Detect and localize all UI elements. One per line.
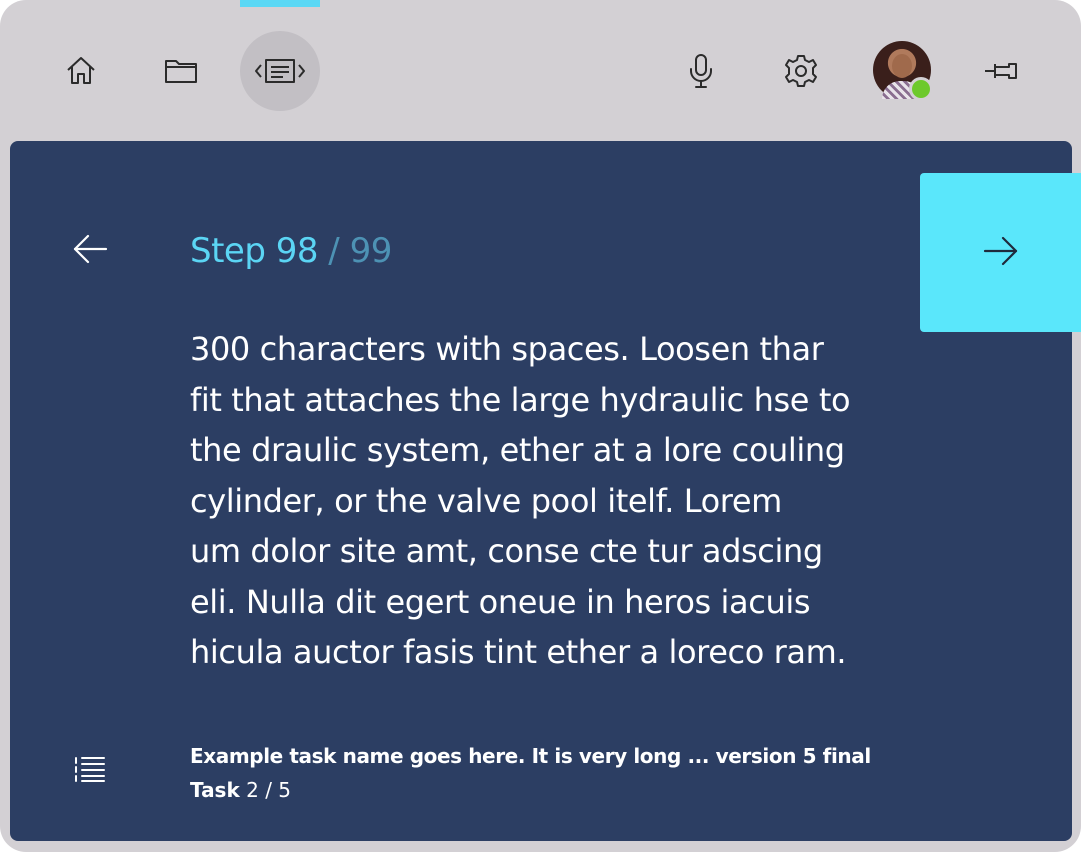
next-step-button[interactable]	[920, 173, 1081, 332]
pin-icon	[983, 59, 1019, 83]
arrow-right-icon	[983, 236, 1019, 270]
guide-icon	[253, 57, 307, 85]
app-window: Step 98 / 99 300 characters with spaces.…	[0, 0, 1081, 852]
step-total: 99	[349, 231, 393, 271]
folder-icon	[164, 57, 198, 85]
step-panel: Step 98 / 99 300 characters with spaces.…	[10, 141, 1081, 841]
task-label: Task	[190, 778, 240, 802]
microphone-button[interactable]	[661, 31, 741, 111]
task-list-icon	[73, 755, 107, 787]
instruction-line: fit that attaches the large hydraulic hs…	[190, 380, 851, 419]
step-indicator: Step 98 / 99	[190, 229, 392, 273]
gear-icon	[784, 54, 818, 88]
task-name: Example task name goes here. It is very …	[190, 744, 871, 768]
home-icon	[65, 55, 97, 87]
instruction-line: 300 characters with spaces. Loosen thar	[190, 330, 824, 368]
presence-online-badge	[909, 77, 933, 101]
instruction-line: um dolor site amt, conse cte tur adscing	[190, 532, 823, 570]
instruction-line: the draulic system, ether at a lore coul…	[190, 431, 845, 469]
instruction-line: eli. Nulla dit egert oneue in heros iacu…	[190, 582, 811, 621]
instruction-line: hicula auctor fasis tint ether a loreco …	[190, 633, 847, 671]
home-button[interactable]	[41, 31, 121, 111]
avatar-face	[892, 54, 912, 78]
instruction-line: cylinder, or the valve pool itelf. Lorem	[190, 481, 782, 520]
task-list-button[interactable]	[50, 731, 130, 811]
guide-button[interactable]	[240, 31, 320, 111]
folder-button[interactable]	[141, 31, 221, 111]
arrow-left-icon	[72, 234, 108, 268]
task-progress: Task 2 / 5	[190, 775, 291, 805]
microphone-icon	[688, 53, 714, 89]
settings-button[interactable]	[761, 31, 841, 111]
task-progress-value: 2 / 5	[246, 778, 292, 802]
step-current: Step 98	[190, 231, 318, 271]
pin-button[interactable]	[961, 31, 1041, 111]
step-separator: /	[317, 231, 350, 271]
previous-step-button[interactable]	[50, 211, 130, 291]
step-instructions: 300 characters with spaces. Loosen thar …	[190, 324, 910, 678]
active-tab-indicator	[240, 0, 320, 7]
